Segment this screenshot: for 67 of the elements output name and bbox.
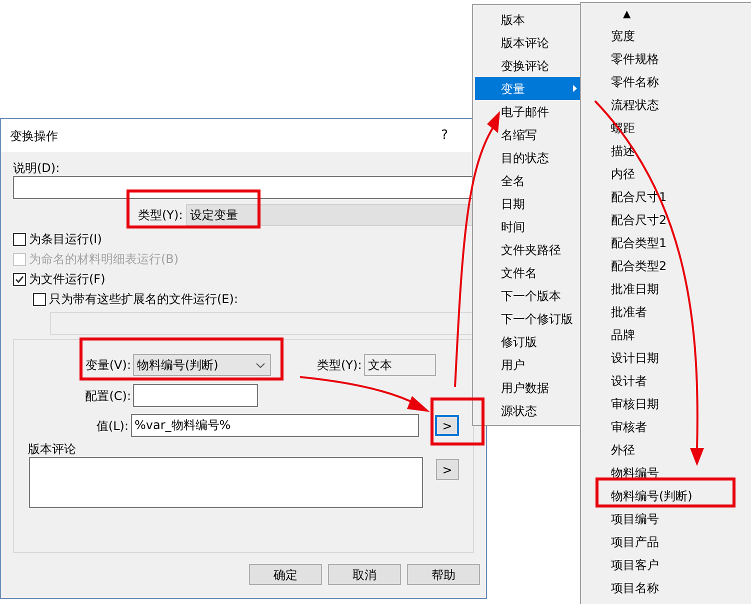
submenu-arrow-icon: [573, 85, 577, 92]
dialog-button[interactable]: 取消: [328, 564, 401, 585]
menu-item[interactable]: 版本评论: [475, 31, 581, 54]
menu-item[interactable]: 批准日期: [611, 278, 751, 301]
menu-item[interactable]: 批准者: [611, 301, 751, 324]
menu-item[interactable]: 零件规格: [611, 48, 751, 71]
menu-item[interactable]: 变换评论: [475, 54, 581, 77]
field-label: 配置(C):: [84, 388, 132, 404]
menu-item[interactable]: 零件名称: [611, 71, 751, 94]
menu-item[interactable]: 文件名: [475, 261, 581, 284]
menu-item[interactable]: 用户数据: [475, 376, 581, 399]
menu-item[interactable]: 用户: [475, 353, 581, 376]
menu-item[interactable]: 项目客户: [611, 554, 751, 577]
value-field[interactable]: %var_物料编号%: [130, 414, 420, 437]
menu-item[interactable]: 变量: [475, 77, 581, 100]
variable-dropdown[interactable]: 物料编号(判断): [133, 354, 271, 376]
checkbox-label: 为文件运行(F): [29, 271, 106, 288]
insert-button[interactable]: >: [435, 415, 459, 436]
menu-item[interactable]: 宽度: [611, 25, 751, 48]
window-title: 变换操作: [10, 128, 58, 144]
menu-item[interactable]: 配合尺寸2: [611, 209, 751, 232]
field-label: 版本评论: [28, 441, 77, 457]
menu-item[interactable]: 设计日期: [611, 347, 751, 370]
menu-item[interactable]: 下一个版本: [475, 284, 581, 307]
menu-item[interactable]: 配合类型1: [611, 232, 751, 255]
dialog-button[interactable]: 帮助: [407, 564, 480, 585]
scroll-up-button[interactable]: ▲: [611, 4, 751, 25]
menu-item[interactable]: 源状态: [475, 399, 581, 422]
field-label: 变量(V):: [84, 357, 132, 374]
menu-item[interactable]: 配合类型2: [611, 255, 751, 278]
menu-item[interactable]: 目的状态: [475, 146, 581, 169]
chevron-down-icon: [256, 362, 265, 368]
checkbox-label: 只为带有这些扩展名的文件运行(E):: [49, 291, 238, 308]
checkbox[interactable]: [13, 272, 26, 286]
menu-item[interactable]: 版本: [475, 8, 581, 31]
checkbox-label: 为命名的材料明细表运行(B): [29, 251, 179, 268]
menu-item[interactable]: 项目编号: [611, 508, 751, 531]
highlight-frame: [430, 398, 484, 446]
field-label: 类型(Y):: [317, 357, 362, 374]
menu-item[interactable]: 内径: [611, 163, 751, 186]
menu-item[interactable]: 名缩写: [475, 123, 581, 146]
menu-item[interactable]: 项目产品: [611, 531, 751, 554]
variable-type-field: 文本: [364, 354, 436, 376]
comment-field[interactable]: [29, 457, 423, 508]
checkbox-label: 为条目运行(I): [29, 231, 102, 248]
menu-item[interactable]: 品牌: [611, 324, 751, 347]
dialog-button[interactable]: 确定: [249, 564, 322, 585]
checkbox[interactable]: [33, 292, 46, 306]
menu-item[interactable]: 审核者: [611, 416, 751, 439]
menu-item[interactable]: 下一个修订版: [475, 307, 581, 330]
menu-item[interactable]: 设计者: [611, 370, 751, 393]
menu-item[interactable]: 全名: [475, 169, 581, 192]
menu-item[interactable]: 审核日期: [611, 393, 751, 416]
insert-button[interactable]: >: [436, 459, 459, 480]
field-label: 说明(D):: [13, 160, 61, 176]
menu-item[interactable]: 项目名称: [611, 577, 751, 600]
menu-item[interactable]: 文件夹路径: [475, 238, 581, 261]
menu-item[interactable]: 电子邮件: [475, 100, 581, 123]
config-field[interactable]: [133, 384, 258, 407]
menu-item[interactable]: 流程状态: [611, 94, 751, 117]
help-button[interactable]: ?: [441, 126, 448, 146]
menu-item[interactable]: 修订版: [475, 330, 581, 353]
field-label: 类型(Y):: [138, 207, 183, 224]
menu-item[interactable]: 物料编号(判断): [611, 485, 751, 508]
menu-item[interactable]: 外径: [611, 439, 751, 462]
field-label: 值(L):: [95, 418, 130, 434]
checkbox[interactable]: [13, 232, 26, 246]
